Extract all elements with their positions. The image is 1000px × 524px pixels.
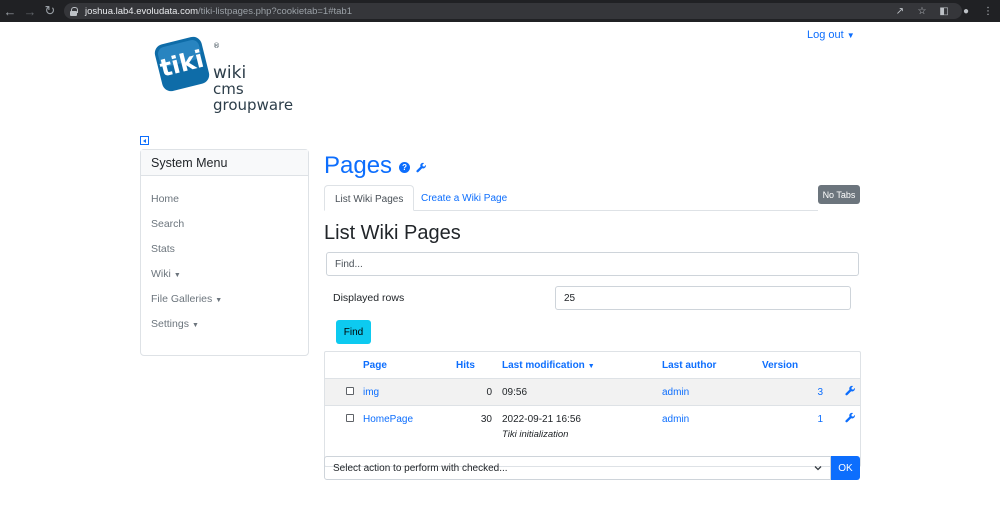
- reload-icon[interactable]: ↻: [40, 0, 60, 22]
- sidebar-item-label: File Galleries: [151, 293, 213, 305]
- author-link[interactable]: admin: [662, 387, 689, 398]
- browser-toolbar: ← → ↻ joshua.lab4.evoludata.com/tiki-lis…: [0, 0, 1000, 22]
- logo-line-groupware: groupware: [213, 96, 293, 114]
- star-icon[interactable]: ☆: [916, 6, 928, 17]
- sort-desc-icon: ▼: [587, 363, 595, 370]
- page-title-text: Pages: [324, 152, 393, 179]
- column-header-label: Last modification: [502, 360, 585, 371]
- find-button[interactable]: Find: [336, 320, 371, 344]
- row-checkbox[interactable]: [346, 414, 354, 422]
- version-link[interactable]: 1: [795, 414, 823, 425]
- ok-button[interactable]: OK: [831, 456, 860, 480]
- page-body: tiki ® wiki cms groupware Log out ▼ Syste…: [0, 22, 1000, 524]
- hits-value: 30: [480, 414, 492, 425]
- section-title: List Wiki Pages: [324, 222, 461, 244]
- displayed-rows-label: Displayed rows: [333, 292, 405, 304]
- side-panel-icon[interactable]: ◧: [938, 6, 950, 17]
- url-host: joshua.lab4.evoludata.com: [85, 5, 199, 17]
- wrench-icon[interactable]: [845, 385, 856, 396]
- column-header-hits[interactable]: Hits: [456, 360, 475, 371]
- back-icon[interactable]: ←: [0, 0, 20, 22]
- sidebar-item-label: Search: [151, 218, 185, 230]
- page-tabs: List Wiki Pages Create a Wiki Page: [324, 185, 818, 211]
- tab-create-wiki-page[interactable]: Create a Wiki Page: [411, 185, 517, 211]
- caret-down-icon: ▼: [173, 272, 181, 279]
- page-link[interactable]: img: [363, 387, 379, 398]
- version-link[interactable]: 3: [795, 387, 823, 398]
- hits-value: 0: [486, 387, 492, 398]
- last-modification-value: 09:56: [502, 387, 528, 398]
- tiki-logo[interactable]: tiki ® wiki cms groupware: [150, 30, 310, 120]
- caret-down-icon: ▼: [846, 31, 855, 40]
- url-path: /tiki-listpages.php?cookietab=1#tab1: [198, 5, 352, 17]
- collapse-sidebar-icon[interactable]: [140, 136, 149, 145]
- sidebar-item-label: Wiki: [151, 268, 171, 280]
- row-checkbox[interactable]: [346, 387, 354, 395]
- version-comment: Tiki initialization: [502, 429, 569, 440]
- sidebar-item-settings[interactable]: Settings ▼: [141, 318, 308, 343]
- find-input[interactable]: [326, 252, 859, 276]
- bulk-action-select[interactable]: Select action to perform with checked...: [324, 456, 831, 480]
- lock-icon: [70, 6, 78, 16]
- kebab-menu-icon[interactable]: ⋮: [982, 6, 994, 17]
- sidebar-item-stats[interactable]: Stats: [141, 243, 308, 268]
- help-icon[interactable]: ?: [399, 162, 411, 173]
- sidebar-item-search[interactable]: Search: [141, 218, 308, 243]
- pages-table: Page Hits Last modification ▼ Last author…: [324, 351, 861, 467]
- sidebar-item-file-galleries[interactable]: File Galleries ▼: [141, 293, 308, 318]
- column-header-version[interactable]: Version: [762, 360, 798, 371]
- table-header: Page Hits Last modification ▼ Last author…: [325, 352, 860, 378]
- wrench-icon[interactable]: [416, 162, 427, 173]
- share-icon[interactable]: ↗: [894, 6, 906, 17]
- table-row: HomePage 30 2022-09-21 16:56 Tiki initia…: [325, 405, 860, 446]
- caret-down-icon: ▼: [191, 322, 199, 329]
- table-row: img 0 09:56 admin 3: [325, 378, 860, 405]
- tab-list-wiki-pages[interactable]: List Wiki Pages: [324, 185, 415, 211]
- sidebar-item-wiki[interactable]: Wiki ▼: [141, 268, 308, 293]
- page-title: Pages ?: [324, 152, 427, 180]
- author-link[interactable]: admin: [662, 414, 689, 425]
- sidebar-item-home[interactable]: Home: [141, 193, 308, 218]
- wrench-icon[interactable]: [845, 412, 856, 423]
- caret-down-icon: ▼: [215, 297, 223, 304]
- sidebar-item-label: Home: [151, 193, 180, 205]
- chevron-down-icon: [814, 466, 822, 471]
- bulk-action-label: Select action to perform with checked...: [333, 462, 508, 474]
- forward-icon[interactable]: →: [20, 0, 40, 22]
- address-bar[interactable]: joshua.lab4.evoludata.com/tiki-listpages…: [64, 3, 962, 19]
- no-tabs-button[interactable]: No Tabs: [818, 185, 860, 204]
- displayed-rows-input[interactable]: [555, 286, 851, 310]
- last-modification-value: 2022-09-21 16:56: [502, 414, 581, 425]
- page-link[interactable]: HomePage: [363, 414, 413, 425]
- logout-label: Log out: [807, 29, 844, 41]
- logo-registered: ®: [213, 42, 220, 50]
- sidebar-item-label: Stats: [151, 243, 175, 255]
- column-header-last-modification[interactable]: Last modification ▼: [502, 360, 595, 371]
- system-menu-title: System Menu: [141, 150, 308, 176]
- logout-menu[interactable]: Log out ▼: [807, 29, 855, 41]
- system-menu: System Menu Home Search Stats Wiki ▼ File…: [140, 149, 309, 356]
- column-header-last-author[interactable]: Last author: [662, 360, 716, 371]
- column-header-page[interactable]: Page: [363, 360, 387, 371]
- sidebar-item-label: Settings: [151, 318, 189, 330]
- profile-icon[interactable]: ●: [960, 6, 972, 17]
